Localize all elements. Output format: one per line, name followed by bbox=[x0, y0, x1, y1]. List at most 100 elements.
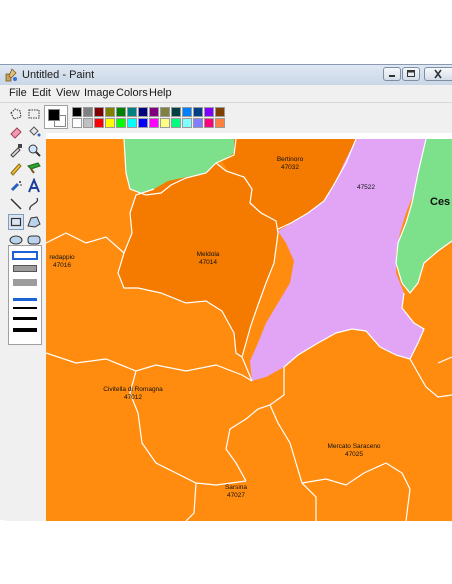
paint-app-icon bbox=[5, 68, 17, 82]
label-civitella-code: 47012 bbox=[124, 394, 142, 401]
close-button[interactable] bbox=[424, 67, 452, 81]
polygon-icon bbox=[27, 216, 41, 228]
palette-swatch[interactable] bbox=[116, 107, 126, 117]
pencil-tool[interactable] bbox=[8, 160, 24, 176]
rectangle-tool[interactable] bbox=[8, 214, 24, 230]
label-predappio-code: 47016 bbox=[53, 262, 71, 269]
palette-swatch[interactable] bbox=[160, 118, 170, 128]
palette-swatch[interactable] bbox=[204, 118, 214, 128]
foreground-color-swatch[interactable] bbox=[48, 109, 60, 121]
drawing-canvas[interactable]: Bertinoro 47032 47522 Ces redappio 47016… bbox=[46, 133, 452, 521]
magnifier-icon bbox=[28, 144, 41, 157]
paint-bucket-icon bbox=[29, 126, 41, 137]
line-width-2[interactable] bbox=[13, 307, 37, 309]
palette-swatch[interactable] bbox=[171, 118, 181, 128]
palette-swatch[interactable] bbox=[182, 118, 192, 128]
menu-colors[interactable]: Colors bbox=[116, 87, 148, 99]
label-mercato-saraceno-name: Mercato Saraceno bbox=[327, 443, 380, 450]
current-colors-indicator[interactable] bbox=[44, 105, 68, 129]
label-predappio-name: redappio bbox=[49, 254, 75, 261]
eraser-icon bbox=[10, 127, 22, 139]
palette-swatch[interactable] bbox=[105, 118, 115, 128]
line-width-1[interactable] bbox=[13, 298, 37, 301]
palette-swatch[interactable] bbox=[215, 118, 225, 128]
palette-swatch[interactable] bbox=[94, 118, 104, 128]
pick-color-tool[interactable] bbox=[8, 142, 24, 158]
line-icon bbox=[10, 198, 22, 210]
palette-swatch[interactable] bbox=[215, 107, 225, 117]
free-form-select-tool[interactable] bbox=[8, 106, 24, 122]
brush-icon bbox=[27, 162, 41, 174]
pencil-icon bbox=[10, 163, 22, 176]
palette-swatch[interactable] bbox=[171, 107, 181, 117]
palette-swatch[interactable] bbox=[127, 107, 137, 117]
airbrush-tool[interactable] bbox=[8, 178, 24, 194]
fill-style-outline-fill[interactable] bbox=[13, 265, 37, 272]
palette-swatch[interactable] bbox=[83, 118, 93, 128]
label-sarsina-name: Sarsina bbox=[225, 484, 247, 491]
curve-tool[interactable] bbox=[26, 196, 42, 212]
paint-window: Untitled - Paint File Edit View Image Co… bbox=[0, 64, 452, 521]
label-meldola-code: 47014 bbox=[199, 259, 217, 266]
tool-options-panel bbox=[8, 245, 42, 345]
text-tool[interactable] bbox=[26, 178, 42, 194]
maximize-button[interactable] bbox=[402, 67, 420, 81]
label-47522-code: 47522 bbox=[357, 184, 375, 191]
palette-swatch[interactable] bbox=[149, 118, 159, 128]
palette-swatch[interactable] bbox=[105, 107, 115, 117]
palette-swatch[interactable] bbox=[127, 118, 137, 128]
line-width-4[interactable] bbox=[13, 328, 37, 332]
fill-style-fill[interactable] bbox=[13, 279, 37, 286]
eraser-tool[interactable] bbox=[8, 124, 24, 140]
label-bertinoro-code: 47032 bbox=[281, 164, 299, 171]
palette-swatch[interactable] bbox=[72, 118, 82, 128]
label-cesena-partial: Ces bbox=[430, 196, 450, 208]
label-meldola-name: Meldola bbox=[197, 251, 220, 258]
minimize-button[interactable] bbox=[383, 67, 401, 81]
line-width-3[interactable] bbox=[13, 317, 37, 320]
minimize-icon bbox=[389, 75, 395, 77]
toolbox bbox=[5, 103, 45, 521]
palette-swatch[interactable] bbox=[138, 118, 148, 128]
palette-swatch[interactable] bbox=[204, 107, 214, 117]
menu-image[interactable]: Image bbox=[84, 87, 115, 99]
palette-swatch[interactable] bbox=[182, 107, 192, 117]
label-civitella-name: Civitella di Romagna bbox=[103, 386, 163, 393]
label-bertinoro-name: Bertinoro bbox=[277, 156, 304, 163]
palette-swatch[interactable] bbox=[138, 107, 148, 117]
palette-swatch[interactable] bbox=[94, 107, 104, 117]
eyedropper-icon bbox=[10, 144, 22, 158]
color-palette bbox=[44, 105, 225, 131]
menu-bar: File Edit View Image Colors Help bbox=[0, 85, 452, 103]
palette-swatch[interactable] bbox=[83, 107, 93, 117]
rectangle-icon bbox=[10, 217, 22, 227]
select-tool[interactable] bbox=[26, 106, 42, 122]
menu-view[interactable]: View bbox=[56, 87, 80, 99]
curve-icon bbox=[29, 197, 39, 211]
label-sarsina-code: 47027 bbox=[227, 492, 245, 499]
window-title: Untitled - Paint bbox=[22, 69, 95, 81]
rect-select-icon bbox=[28, 109, 40, 119]
palette-swatch[interactable] bbox=[193, 107, 203, 117]
line-tool[interactable] bbox=[8, 196, 24, 212]
polygon-tool[interactable] bbox=[26, 214, 42, 230]
palette-swatch[interactable] bbox=[160, 107, 170, 117]
title-bar[interactable]: Untitled - Paint bbox=[0, 65, 452, 86]
maximize-icon bbox=[407, 70, 415, 77]
canvas-scroll-area[interactable]: Bertinoro 47032 47522 Ces redappio 47016… bbox=[46, 133, 452, 521]
brush-tool[interactable] bbox=[26, 160, 42, 176]
close-icon bbox=[433, 69, 442, 79]
menu-file[interactable]: File bbox=[9, 87, 27, 99]
label-mercato-saraceno-code: 47025 bbox=[345, 451, 363, 458]
menu-help[interactable]: Help bbox=[149, 87, 172, 99]
menu-edit[interactable]: Edit bbox=[32, 87, 51, 99]
airbrush-icon bbox=[10, 181, 22, 192]
fill-tool[interactable] bbox=[26, 124, 42, 140]
fill-style-outline[interactable] bbox=[12, 251, 38, 260]
palette-swatch[interactable] bbox=[149, 107, 159, 117]
text-a-icon bbox=[28, 178, 40, 193]
magnifier-tool[interactable] bbox=[26, 142, 42, 158]
palette-swatch[interactable] bbox=[72, 107, 82, 117]
palette-swatch[interactable] bbox=[193, 118, 203, 128]
palette-swatch[interactable] bbox=[116, 118, 126, 128]
